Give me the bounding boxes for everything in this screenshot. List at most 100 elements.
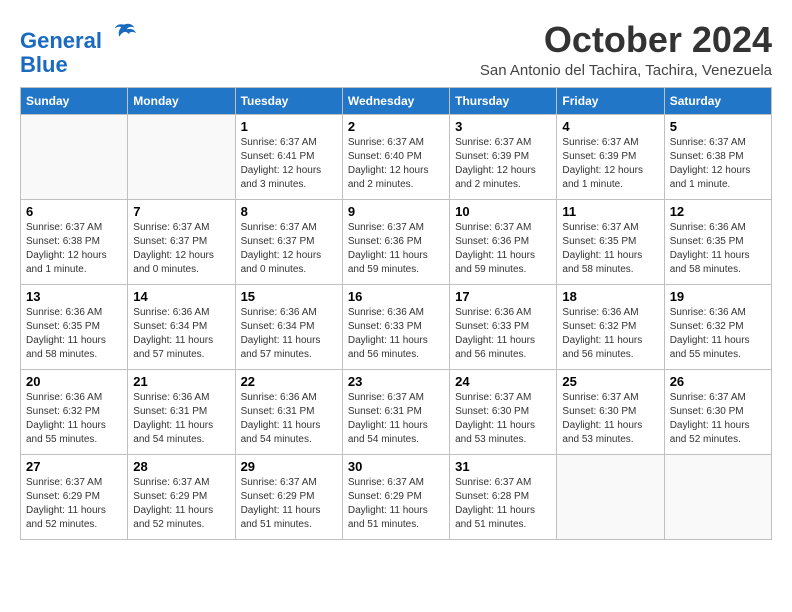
cell-content: Sunrise: 6:36 AMSunset: 6:31 PMDaylight:… [133, 391, 229, 447]
logo-text-blue: Blue [20, 53, 138, 77]
logo-bird-icon [110, 20, 138, 48]
day-number: 31 [455, 459, 551, 474]
day-number: 15 [241, 289, 337, 304]
day-number: 16 [348, 289, 444, 304]
calendar-cell: 28 Sunrise: 6:37 AMSunset: 6:29 PMDayligh… [128, 454, 235, 539]
cell-content: Sunrise: 6:36 AMSunset: 6:32 PMDaylight:… [670, 306, 766, 362]
calendar-cell: 18Sunrise: 6:36 AMSunset: 6:32 PMDayligh… [557, 284, 664, 369]
cell-content: Sunrise: 6:37 AMSunset: 6:30 PMDaylight:… [562, 391, 658, 447]
calendar-cell: 25 Sunrise: 6:37 AMSunset: 6:30 PMDayligh… [557, 369, 664, 454]
week-row-2: 6Sunrise: 6:37 AMSunset: 6:38 PMDaylight… [21, 199, 772, 284]
calendar-cell: 14 Sunrise: 6:36 AMSunset: 6:34 PMDayligh… [128, 284, 235, 369]
column-header-saturday: Saturday [664, 87, 771, 114]
calendar-cell: 6Sunrise: 6:37 AMSunset: 6:38 PMDaylight… [21, 199, 128, 284]
day-number: 12 [670, 204, 766, 219]
calendar-cell: 11 Sunrise: 6:37 AMSunset: 6:35 PMDayligh… [557, 199, 664, 284]
calendar-cell: 24Sunrise: 6:37 AMSunset: 6:30 PMDayligh… [450, 369, 557, 454]
location: San Antonio del Tachira, Tachira, Venezu… [480, 62, 772, 79]
cell-content: Sunrise: 6:36 AMSunset: 6:32 PMDaylight:… [26, 391, 122, 447]
calendar-cell: 3 Sunrise: 6:37 AMSunset: 6:39 PMDaylight… [450, 114, 557, 199]
calendar-cell: 7Sunrise: 6:37 AMSunset: 6:37 PMDaylight… [128, 199, 235, 284]
calendar-cell: 26 Sunrise: 6:37 AMSunset: 6:30 PMDayligh… [664, 369, 771, 454]
column-header-thursday: Thursday [450, 87, 557, 114]
header-row: SundayMondayTuesdayWednesdayThursdayFrid… [21, 87, 772, 114]
day-number: 13 [26, 289, 122, 304]
month-title: October 2024 [480, 20, 772, 60]
calendar-cell [21, 114, 128, 199]
calendar-cell: 20 Sunrise: 6:36 AMSunset: 6:32 PMDayligh… [21, 369, 128, 454]
cell-content: Sunrise: 6:37 AMSunset: 6:29 PMDaylight:… [241, 476, 337, 532]
cell-content: Sunrise: 6:37 AMSunset: 6:30 PMDaylight:… [670, 391, 766, 447]
cell-content: Sunrise: 6:37 AMSunset: 6:39 PMDaylight:… [455, 136, 551, 192]
day-number: 23 [348, 374, 444, 389]
day-number: 20 [26, 374, 122, 389]
calendar-cell: 5Sunrise: 6:37 AMSunset: 6:38 PMDaylight… [664, 114, 771, 199]
column-header-tuesday: Tuesday [235, 87, 342, 114]
calendar-cell: 9 Sunrise: 6:37 AMSunset: 6:36 PMDaylight… [342, 199, 449, 284]
day-number: 6 [26, 204, 122, 219]
day-number: 18 [562, 289, 658, 304]
day-number: 19 [670, 289, 766, 304]
day-number: 17 [455, 289, 551, 304]
day-number: 14 [133, 289, 229, 304]
column-header-friday: Friday [557, 87, 664, 114]
cell-content: Sunrise: 6:37 AMSunset: 6:29 PMDaylight:… [26, 476, 122, 532]
day-number: 1 [241, 119, 337, 134]
calendar-cell: 1 Sunrise: 6:37 AMSunset: 6:41 PMDaylight… [235, 114, 342, 199]
day-number: 21 [133, 374, 229, 389]
calendar-cell: 31 Sunrise: 6:37 AMSunset: 6:28 PMDayligh… [450, 454, 557, 539]
calendar-cell: 13 Sunrise: 6:36 AMSunset: 6:35 PMDayligh… [21, 284, 128, 369]
calendar-cell: 30Sunrise: 6:37 AMSunset: 6:29 PMDayligh… [342, 454, 449, 539]
week-row-3: 13 Sunrise: 6:36 AMSunset: 6:35 PMDayligh… [21, 284, 772, 369]
cell-content: Sunrise: 6:37 AMSunset: 6:31 PMDaylight:… [348, 391, 444, 447]
cell-content: Sunrise: 6:37 AMSunset: 6:36 PMDaylight:… [348, 221, 444, 277]
calendar-cell: 16 Sunrise: 6:36 AMSunset: 6:33 PMDayligh… [342, 284, 449, 369]
day-number: 11 [562, 204, 658, 219]
calendar-cell: 2 Sunrise: 6:37 AMSunset: 6:40 PMDaylight… [342, 114, 449, 199]
cell-content: Sunrise: 6:36 AMSunset: 6:35 PMDaylight:… [26, 306, 122, 362]
calendar-table: SundayMondayTuesdayWednesdayThursdayFrid… [20, 87, 772, 540]
day-number: 3 [455, 119, 551, 134]
cell-content: Sunrise: 6:36 AMSunset: 6:34 PMDaylight:… [133, 306, 229, 362]
day-number: 10 [455, 204, 551, 219]
calendar-cell: 21 Sunrise: 6:36 AMSunset: 6:31 PMDayligh… [128, 369, 235, 454]
calendar-cell: 17Sunrise: 6:36 AMSunset: 6:33 PMDayligh… [450, 284, 557, 369]
column-header-monday: Monday [128, 87, 235, 114]
logo-text: General [20, 20, 138, 53]
day-number: 4 [562, 119, 658, 134]
calendar-cell: 23 Sunrise: 6:37 AMSunset: 6:31 PMDayligh… [342, 369, 449, 454]
day-number: 2 [348, 119, 444, 134]
cell-content: Sunrise: 6:37 AMSunset: 6:38 PMDaylight:… [670, 136, 766, 192]
day-number: 26 [670, 374, 766, 389]
day-number: 25 [562, 374, 658, 389]
day-number: 9 [348, 204, 444, 219]
cell-content: Sunrise: 6:37 AMSunset: 6:39 PMDaylight:… [562, 136, 658, 192]
column-header-sunday: Sunday [21, 87, 128, 114]
logo: General Blue [20, 20, 138, 77]
cell-content: Sunrise: 6:37 AMSunset: 6:40 PMDaylight:… [348, 136, 444, 192]
title-section: October 2024 San Antonio del Tachira, Ta… [480, 20, 772, 79]
calendar-cell: 27 Sunrise: 6:37 AMSunset: 6:29 PMDayligh… [21, 454, 128, 539]
cell-content: Sunrise: 6:37 AMSunset: 6:28 PMDaylight:… [455, 476, 551, 532]
cell-content: Sunrise: 6:37 AMSunset: 6:35 PMDaylight:… [562, 221, 658, 277]
day-number: 28 [133, 459, 229, 474]
cell-content: Sunrise: 6:36 AMSunset: 6:33 PMDaylight:… [348, 306, 444, 362]
day-number: 29 [241, 459, 337, 474]
cell-content: Sunrise: 6:37 AMSunset: 6:36 PMDaylight:… [455, 221, 551, 277]
cell-content: Sunrise: 6:37 AMSunset: 6:30 PMDaylight:… [455, 391, 551, 447]
calendar-cell: 22Sunrise: 6:36 AMSunset: 6:31 PMDayligh… [235, 369, 342, 454]
calendar-cell: 4 Sunrise: 6:37 AMSunset: 6:39 PMDaylight… [557, 114, 664, 199]
calendar-cell: 29 Sunrise: 6:37 AMSunset: 6:29 PMDayligh… [235, 454, 342, 539]
day-number: 7 [133, 204, 229, 219]
calendar-cell: 15Sunrise: 6:36 AMSunset: 6:34 PMDayligh… [235, 284, 342, 369]
calendar-cell: 10 Sunrise: 6:37 AMSunset: 6:36 PMDayligh… [450, 199, 557, 284]
day-number: 27 [26, 459, 122, 474]
column-header-wednesday: Wednesday [342, 87, 449, 114]
calendar-cell [128, 114, 235, 199]
week-row-1: 1 Sunrise: 6:37 AMSunset: 6:41 PMDaylight… [21, 114, 772, 199]
cell-content: Sunrise: 6:37 AMSunset: 6:41 PMDaylight:… [241, 136, 337, 192]
cell-content: Sunrise: 6:37 AMSunset: 6:29 PMDaylight:… [133, 476, 229, 532]
week-row-4: 20 Sunrise: 6:36 AMSunset: 6:32 PMDayligh… [21, 369, 772, 454]
day-number: 8 [241, 204, 337, 219]
calendar-cell: 8Sunrise: 6:37 AMSunset: 6:37 PMDaylight… [235, 199, 342, 284]
